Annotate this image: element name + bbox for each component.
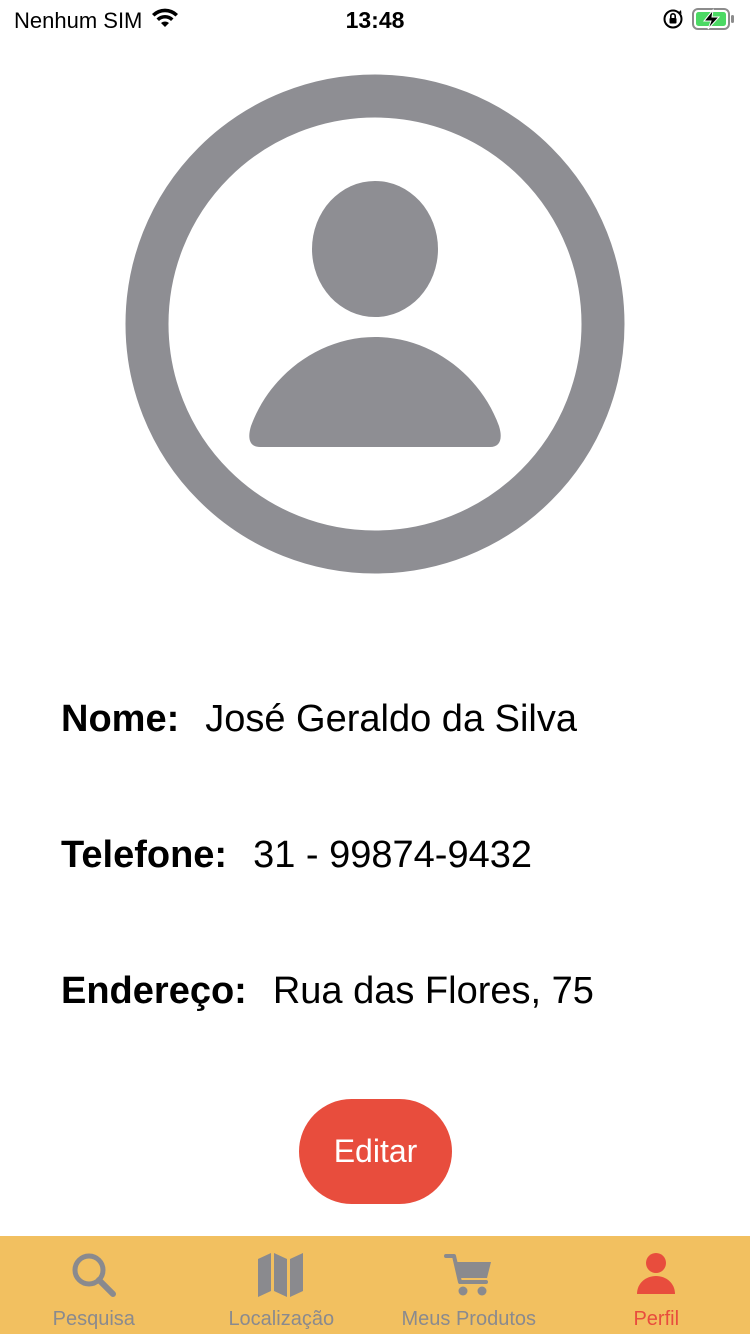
tab-search-label: Pesquisa xyxy=(52,1308,135,1330)
tab-my-products[interactable]: Meus Produtos xyxy=(375,1236,563,1334)
person-icon xyxy=(631,1250,681,1300)
phone-label: Telefone: xyxy=(61,834,228,876)
tab-profile-label: Perfil xyxy=(633,1308,680,1330)
status-bar: Nenhum SIM 13:48 xyxy=(0,0,750,40)
cart-icon xyxy=(443,1250,494,1300)
tab-my-products-label: Meus Produtos xyxy=(401,1308,536,1330)
phone-row: Telefone: 31 - 99874-9432 xyxy=(61,833,532,877)
phone-value: 31 - 99874-9432 xyxy=(253,834,532,876)
orientation-lock-icon xyxy=(662,8,684,35)
name-value: José Geraldo da Silva xyxy=(205,698,577,740)
tab-profile[interactable]: Perfil xyxy=(563,1236,750,1334)
map-icon xyxy=(256,1250,306,1300)
address-row: Endereço: Rua das Flores, 75 xyxy=(61,969,594,1013)
address-value: Rua das Flores, 75 xyxy=(272,970,594,1012)
address-label: Endereço: xyxy=(61,970,247,1012)
name-label: Nome: xyxy=(61,698,180,740)
battery-charging-icon xyxy=(692,7,736,36)
profile-screen: Nenhum SIM 13:48 Nome: José Geraldo da S… xyxy=(0,0,750,1334)
tab-location[interactable]: Localização xyxy=(188,1236,376,1334)
tab-location-label: Localização xyxy=(228,1308,335,1330)
status-indicators xyxy=(662,7,736,36)
search-icon xyxy=(69,1250,119,1300)
edit-button[interactable]: Editar xyxy=(299,1099,452,1204)
tab-search[interactable]: Pesquisa xyxy=(0,1236,188,1334)
status-time: 13:48 xyxy=(345,7,405,33)
name-row: Nome: José Geraldo da Silva xyxy=(61,697,577,741)
person-circle-icon xyxy=(125,74,625,574)
tab-bar: Pesquisa Localização Meus Produtos Perfi… xyxy=(0,1236,750,1334)
